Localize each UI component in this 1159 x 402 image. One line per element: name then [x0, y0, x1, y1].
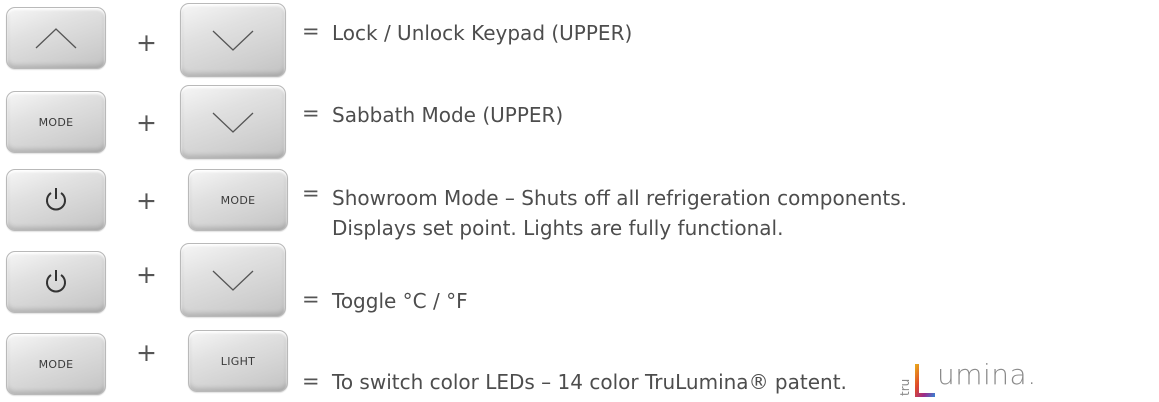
equals-sign: = [302, 369, 320, 393]
chevron-up-icon [35, 28, 77, 49]
row-5-description: To switch color LEDs – 14 color TruLumin… [332, 370, 847, 394]
row-1-description: Lock / Unlock Keypad (UPPER) [332, 21, 633, 45]
plus-sign: + [136, 338, 157, 367]
mode-key[interactable]: MODE [6, 91, 106, 153]
light-key[interactable]: LIGHT [188, 330, 288, 392]
equals-sign: = [302, 19, 320, 43]
mode-key-label: MODE [38, 115, 74, 129]
down-arrow-key[interactable] [180, 85, 286, 159]
power-icon [46, 188, 66, 211]
down-arrow-key[interactable] [180, 243, 286, 317]
chevron-down-icon [212, 270, 254, 291]
light-key-label: LIGHT [220, 354, 256, 368]
mode-key[interactable]: MODE [6, 333, 106, 395]
up-arrow-key[interactable] [6, 7, 106, 69]
mode-key-label: MODE [38, 357, 74, 371]
equals-sign: = [302, 181, 320, 205]
logo-tru-text: tru [898, 379, 912, 396]
plus-sign: + [136, 260, 157, 289]
power-key[interactable] [6, 169, 106, 231]
trulumina-logo-mark: tru [898, 364, 935, 397]
plus-sign: + [136, 108, 157, 137]
row-3-description-line-2: Displays set point. Lights are fully fun… [332, 216, 784, 240]
chevron-down-icon [212, 30, 254, 51]
plus-sign: + [136, 186, 157, 215]
row-3-description: Showroom Mode – Shuts off all refrigerat… [332, 186, 908, 210]
power-key[interactable] [6, 251, 106, 313]
power-icon [46, 270, 66, 293]
row-4-description: Toggle °C / °F [332, 289, 468, 313]
row-2-description: Sabbath Mode (UPPER) [332, 103, 564, 127]
trulumina-logo: tru umina. [897, 358, 1147, 398]
equals-sign: = [302, 101, 320, 125]
chevron-down-icon [212, 112, 254, 133]
equals-sign: = [302, 287, 320, 311]
down-arrow-key[interactable] [180, 3, 286, 77]
plus-sign: + [136, 28, 157, 57]
mode-key[interactable]: MODE [188, 169, 288, 231]
mode-key-label: MODE [220, 193, 256, 207]
logo-wordmark: umina. [937, 358, 1037, 391]
